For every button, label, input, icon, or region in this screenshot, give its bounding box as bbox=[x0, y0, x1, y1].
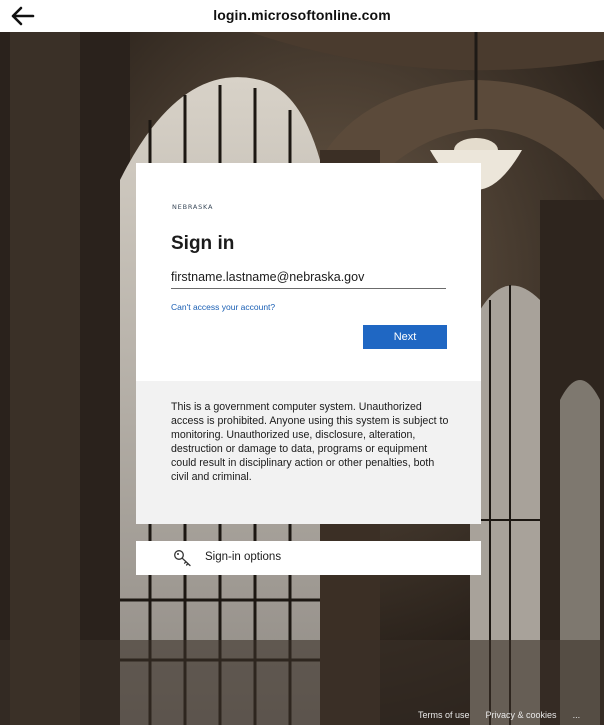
cant-access-account-link[interactable]: Can't access your account? bbox=[171, 302, 275, 312]
signin-options-label: Sign-in options bbox=[205, 551, 282, 563]
next-button[interactable]: Next bbox=[363, 325, 447, 349]
signin-card: NEBRASKA Sign in Can't access your accou… bbox=[136, 163, 481, 381]
footer: Terms of use Privacy & cookies ... bbox=[418, 710, 580, 724]
more-options-button[interactable]: ... bbox=[573, 710, 581, 724]
email-field[interactable] bbox=[171, 266, 446, 289]
page-title: Sign in bbox=[171, 233, 235, 254]
security-notice: This is a government computer system. Un… bbox=[136, 381, 481, 524]
notice-text: This is a government computer system. Un… bbox=[171, 401, 449, 484]
organization-logo: NEBRASKA bbox=[172, 203, 214, 211]
terms-of-use-link[interactable]: Terms of use bbox=[418, 710, 470, 724]
privacy-cookies-link[interactable]: Privacy & cookies bbox=[486, 710, 557, 724]
url-text[interactable]: login.microsoftonline.com bbox=[0, 7, 604, 23]
key-icon bbox=[174, 550, 191, 567]
signin-options-button[interactable]: Sign-in options bbox=[136, 541, 481, 575]
address-bar: login.microsoftonline.com bbox=[0, 0, 604, 32]
